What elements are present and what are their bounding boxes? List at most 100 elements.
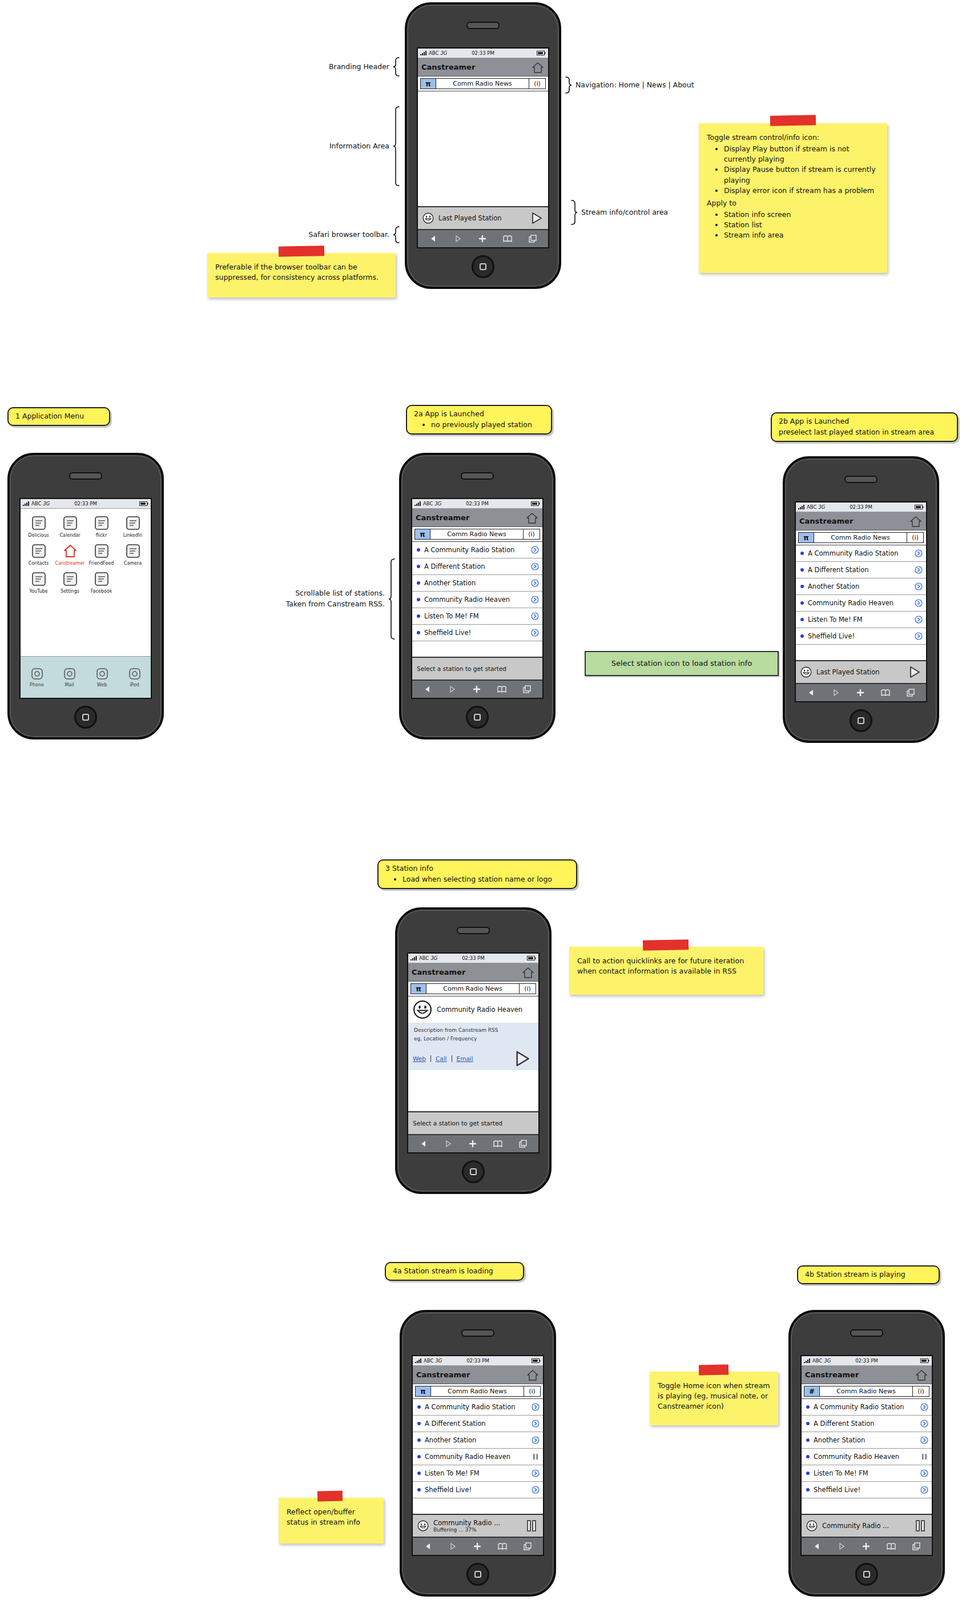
app-shortcut[interactable]: Contacts <box>22 542 55 566</box>
app-shortcut[interactable]: FriendFeed <box>85 542 118 566</box>
station-row[interactable]: A Different Station <box>801 1415 932 1432</box>
news-tab[interactable]: Comm Radio News <box>814 532 907 543</box>
house-icon[interactable] <box>914 1368 929 1382</box>
pages-icon[interactable] <box>522 1541 533 1551</box>
home-button[interactable] <box>471 255 495 279</box>
info-chevron-icon[interactable] <box>920 1485 929 1494</box>
station-row[interactable]: Sheffield Live! <box>801 1481 932 1499</box>
station-row[interactable]: Another Station <box>795 578 927 595</box>
add-icon[interactable] <box>855 687 865 698</box>
dock-item[interactable]: Web <box>85 666 119 688</box>
home-tab[interactable]: π <box>420 78 437 90</box>
bookmarks-icon[interactable] <box>502 234 513 244</box>
about-tab[interactable]: (i) <box>523 1385 541 1397</box>
info-chevron-icon[interactable] <box>914 565 923 574</box>
news-tab[interactable]: Comm Radio News <box>436 78 529 90</box>
bookmarks-icon[interactable] <box>497 1541 508 1551</box>
quick-link[interactable]: Web <box>412 1055 431 1062</box>
house-icon[interactable] <box>525 1368 540 1382</box>
forward-icon[interactable] <box>448 1541 458 1551</box>
station-row[interactable]: Another Station <box>801 1431 932 1449</box>
app-icon[interactable] <box>93 542 111 560</box>
info-chevron-icon[interactable] <box>920 1402 929 1411</box>
pages-icon[interactable] <box>528 234 538 244</box>
home-button[interactable] <box>461 1160 485 1183</box>
quick-link[interactable]: Email <box>451 1055 478 1062</box>
app-shortcut[interactable]: Camera <box>117 542 149 566</box>
app-icon[interactable] <box>93 570 111 588</box>
house-icon[interactable] <box>521 965 535 979</box>
station-row[interactable]: Listen To Me! FM <box>412 1464 543 1482</box>
app-shortcut[interactable]: LinkedIn <box>117 514 149 538</box>
back-icon[interactable] <box>812 1541 822 1551</box>
info-chevron-icon[interactable] <box>914 632 923 641</box>
station-row[interactable]: Another Station <box>412 574 543 592</box>
home-button[interactable] <box>849 709 873 732</box>
station-row[interactable]: Listen To Me! FM <box>412 608 543 625</box>
station-row[interactable]: Community Radio Heaven <box>795 594 927 612</box>
back-icon[interactable] <box>419 1138 429 1149</box>
back-icon[interactable] <box>423 1541 433 1551</box>
add-icon[interactable] <box>477 234 487 244</box>
info-chevron-icon[interactable] <box>530 595 539 604</box>
app-icon[interactable] <box>61 542 79 560</box>
app-icon[interactable] <box>30 570 48 588</box>
app-icon[interactable] <box>124 542 142 560</box>
station-row[interactable]: Sheffield Live! <box>412 1481 543 1499</box>
info-chevron-icon[interactable] <box>914 598 923 607</box>
about-tab[interactable]: (i) <box>518 983 537 994</box>
station-row[interactable]: A Community Radio Station <box>412 541 543 559</box>
home-button[interactable] <box>466 1562 490 1586</box>
station-row[interactable]: Community Radio Heaven <box>412 1448 543 1465</box>
news-tab[interactable]: Comm Radio News <box>431 1385 524 1397</box>
home-tab[interactable]: # <box>803 1385 820 1397</box>
info-chevron-icon[interactable] <box>531 1485 540 1494</box>
quick-link[interactable]: Call <box>430 1055 452 1062</box>
home-tab[interactable]: π <box>414 528 431 540</box>
house-icon[interactable] <box>525 511 539 525</box>
station-row[interactable]: A Different Station <box>412 558 543 575</box>
station-row[interactable]: Listen To Me! FM <box>795 611 927 629</box>
info-chevron-icon[interactable] <box>914 615 923 624</box>
info-chevron-icon[interactable] <box>920 1468 929 1477</box>
station-row[interactable]: Another Station <box>412 1431 543 1449</box>
bookmarks-icon[interactable] <box>880 687 891 698</box>
app-icon[interactable] <box>61 514 79 532</box>
station-row[interactable]: A Different Station <box>795 561 927 579</box>
back-icon[interactable] <box>806 687 816 698</box>
pages-icon[interactable] <box>906 687 916 698</box>
pause-icon[interactable] <box>920 1452 929 1461</box>
info-chevron-icon[interactable] <box>531 1419 540 1428</box>
add-icon[interactable] <box>472 1541 482 1551</box>
info-chevron-icon[interactable] <box>530 562 539 571</box>
info-chevron-icon[interactable] <box>531 1402 540 1411</box>
station-row[interactable]: Sheffield Live! <box>795 628 927 645</box>
info-chevron-icon[interactable] <box>920 1435 929 1444</box>
bookmarks-icon[interactable] <box>492 1138 503 1149</box>
app-shortcut[interactable]: Settings <box>54 570 86 594</box>
home-button[interactable] <box>465 705 489 729</box>
station-row[interactable]: A Community Radio Station <box>801 1398 932 1416</box>
station-row[interactable]: Listen To Me! FM <box>801 1464 932 1482</box>
bookmarks-icon[interactable] <box>886 1541 897 1551</box>
app-shortcut[interactable]: Facebook <box>85 570 118 594</box>
app-icon[interactable] <box>30 514 48 532</box>
bookmarks-icon[interactable] <box>496 684 507 694</box>
home-tab[interactable]: π <box>410 983 427 994</box>
forward-icon[interactable] <box>443 1138 453 1149</box>
app-shortcut[interactable]: Calendar <box>54 514 86 538</box>
back-icon[interactable] <box>423 684 433 694</box>
house-icon[interactable] <box>908 514 923 528</box>
play-icon[interactable] <box>529 211 544 225</box>
info-chevron-icon[interactable] <box>531 1468 540 1477</box>
app-shortcut[interactable]: Canstreamer <box>54 542 86 566</box>
play-icon[interactable] <box>513 1049 532 1068</box>
forward-icon[interactable] <box>453 234 463 244</box>
house-icon[interactable] <box>530 61 545 74</box>
info-chevron-icon[interactable] <box>914 582 923 591</box>
about-tab[interactable]: (i) <box>528 78 546 90</box>
pause-icon[interactable] <box>531 1452 540 1461</box>
station-row[interactable]: A Different Station <box>412 1415 543 1432</box>
pause-icon[interactable] <box>524 1518 539 1533</box>
play-icon[interactable] <box>907 665 922 679</box>
